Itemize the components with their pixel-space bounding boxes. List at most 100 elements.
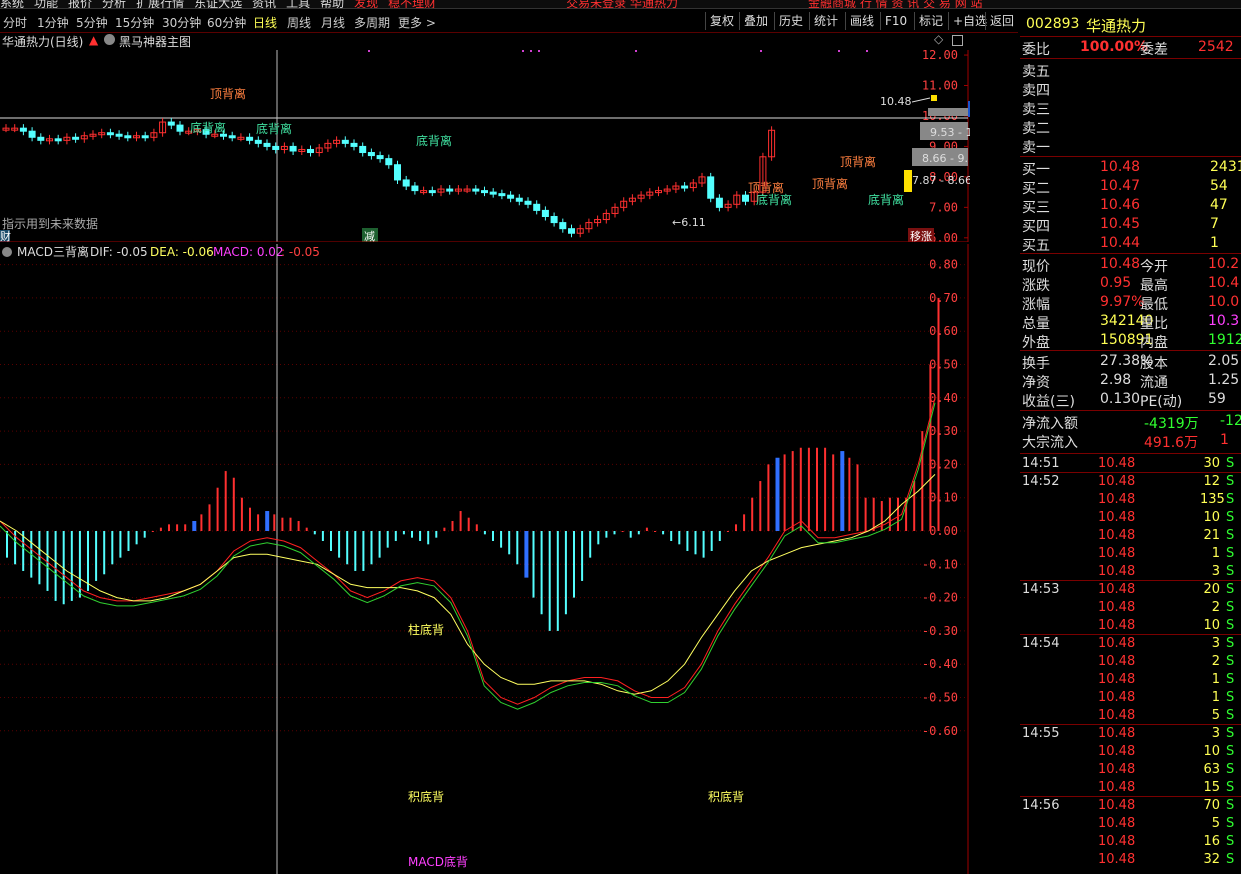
period-9[interactable]: 多周期 — [354, 14, 390, 31]
candle-body — [715, 197, 723, 208]
dropdown-icon[interactable] — [104, 34, 115, 45]
macd-header-4: : -0.05 — [281, 245, 320, 259]
candle-body — [524, 200, 532, 205]
period-1[interactable]: 1分钟 — [37, 14, 69, 31]
menu-5[interactable]: 东证大选 — [194, 0, 242, 8]
indicator-name[interactable]: 黑马神器主图 — [119, 33, 191, 50]
menu-discover[interactable]: 发现 — [354, 0, 378, 8]
macd-bar-59 — [483, 531, 486, 535]
stat-l2-1: 最高 — [1140, 278, 1168, 294]
tool-1[interactable]: 叠加 — [739, 12, 772, 30]
macd-bar-93 — [759, 481, 762, 531]
period-3[interactable]: 15分钟 — [115, 14, 154, 31]
macd-bar-4 — [38, 531, 41, 585]
stat-l1-2: 涨幅 — [1022, 297, 1050, 313]
menu-6[interactable]: 资讯 — [252, 0, 276, 8]
period-10[interactable]: 更多 > — [398, 14, 436, 31]
period-4[interactable]: 30分钟 — [162, 14, 201, 31]
tick-price-1: 10.48 — [1098, 474, 1136, 489]
tick-vol-7: 20 — [1203, 582, 1220, 597]
macd-bar-49 — [402, 531, 405, 535]
menu-finance[interactable]: 稳不理财 — [388, 0, 436, 8]
stat2-l2-0: 股本 — [1140, 356, 1168, 372]
menu-1[interactable]: 功能 — [34, 0, 58, 8]
stat-l1-0: 现价 — [1022, 259, 1050, 275]
macd-bar-85 — [694, 531, 697, 555]
tool-3[interactable]: 统计 — [809, 12, 842, 30]
candle-body — [359, 145, 367, 154]
macd-bar-36 — [297, 521, 300, 531]
candle-body — [498, 193, 506, 197]
tick-vol-11: 2 — [1211, 654, 1220, 669]
menu-4[interactable]: 扩展行情 — [136, 0, 184, 8]
stat-v2-2: 10.0 — [1208, 294, 1240, 310]
macd-bar-51 — [419, 531, 422, 541]
macd-bar-98 — [799, 447, 802, 531]
tick-price-5: 10.48 — [1098, 546, 1136, 561]
tool-0[interactable]: 复权 — [705, 12, 738, 30]
tool-8[interactable]: 返回 — [985, 12, 1018, 30]
tick-vol-5: 1 — [1211, 546, 1220, 561]
menu-0[interactable]: 系统 — [0, 0, 24, 8]
tick-price-0: 10.48 — [1098, 456, 1136, 471]
macd-bar-89 — [726, 531, 729, 532]
tick-side-11: S — [1226, 654, 1235, 669]
menu-8[interactable]: 帮助 — [320, 0, 344, 8]
macd-bar-56 — [459, 511, 462, 531]
macd-bar-102 — [832, 454, 835, 531]
divergence-label-7: 顶背离 — [812, 176, 848, 191]
tick-price-19: 10.48 — [1098, 798, 1136, 813]
menu-3[interactable]: 分析 — [102, 0, 126, 8]
tick-side-13: S — [1226, 690, 1235, 705]
period-2[interactable]: 5分钟 — [76, 14, 108, 31]
candle-body — [376, 155, 384, 160]
macd-bar-11 — [95, 531, 98, 581]
low-marker: ←6.11 — [672, 216, 706, 229]
sell-2: 卖三 — [1022, 102, 1050, 118]
high-dot — [931, 95, 937, 101]
stat-v1-0: 10.48 — [1100, 256, 1141, 272]
macd-bar-28 — [232, 477, 235, 531]
period-8[interactable]: 月线 — [321, 14, 345, 31]
macd-chart[interactable]: MACD三背离 DIF: -0.05 DEA: -0.06 MACD: 0.02: -… — [0, 244, 970, 874]
stat2-l1-2: 收益(三) — [1022, 394, 1075, 410]
menu-7[interactable]: 工具 — [286, 0, 310, 8]
period-5[interactable]: 60分钟 — [207, 14, 246, 31]
period-6[interactable]: 日线 — [253, 14, 277, 31]
tool-4[interactable]: 画线 — [845, 12, 878, 30]
period-toolbar: 分时 1分钟 5分钟 15分钟 30分钟 60分钟 日线 周线 月线 多周期 更多 > 复权 叠加 历史统… — [0, 10, 1018, 33]
macd-bar-105 — [856, 464, 859, 531]
macd-bar-29 — [240, 497, 243, 531]
tick-side-4: S — [1226, 528, 1235, 543]
tool-6[interactable]: 标记 — [914, 12, 947, 30]
weicha-label: 委差 — [1140, 42, 1168, 58]
diamond-icon[interactable]: ◇ — [934, 32, 943, 46]
stat2-v1-1: 2.98 — [1100, 372, 1132, 388]
macd-axis-label: 0.60 — [929, 324, 958, 338]
candle-body — [254, 139, 262, 144]
buy-price-4: 10.44 — [1100, 235, 1141, 251]
period-7[interactable]: 周线 — [287, 14, 311, 31]
right-menu[interactable]: 金融商城 行 情 资 讯 交 易 网 站 — [808, 0, 983, 8]
buy-vol-1: 54 — [1210, 178, 1228, 194]
dif-line-red — [0, 397, 936, 705]
maximize-icon[interactable] — [952, 35, 963, 46]
candle-body — [411, 185, 419, 192]
tool-5[interactable]: F10 — [880, 12, 911, 30]
login-status[interactable]: 交易未登录 华通热力 — [566, 0, 678, 8]
candle-body — [446, 188, 454, 192]
tool-2[interactable]: 历史 — [774, 12, 807, 30]
stat-v2-1: 10.4 — [1208, 275, 1240, 291]
current-price-box — [968, 101, 970, 117]
menu-2[interactable]: 报价 — [68, 0, 92, 8]
macd-bar-31 — [257, 514, 260, 531]
band2-label: 8.66 - 9. — [922, 152, 968, 165]
tick-side-7: S — [1226, 582, 1235, 597]
macd-bar-44 — [362, 531, 365, 571]
macd-bar-112 — [913, 481, 916, 531]
candle-body — [307, 148, 314, 154]
period-0[interactable]: 分时 — [3, 14, 27, 31]
price-chart[interactable]: 12.0011.0010.009.008.007.006.009.53 - 18… — [0, 50, 970, 242]
tick-vol-20: 5 — [1211, 816, 1220, 831]
candle-body — [228, 135, 236, 139]
